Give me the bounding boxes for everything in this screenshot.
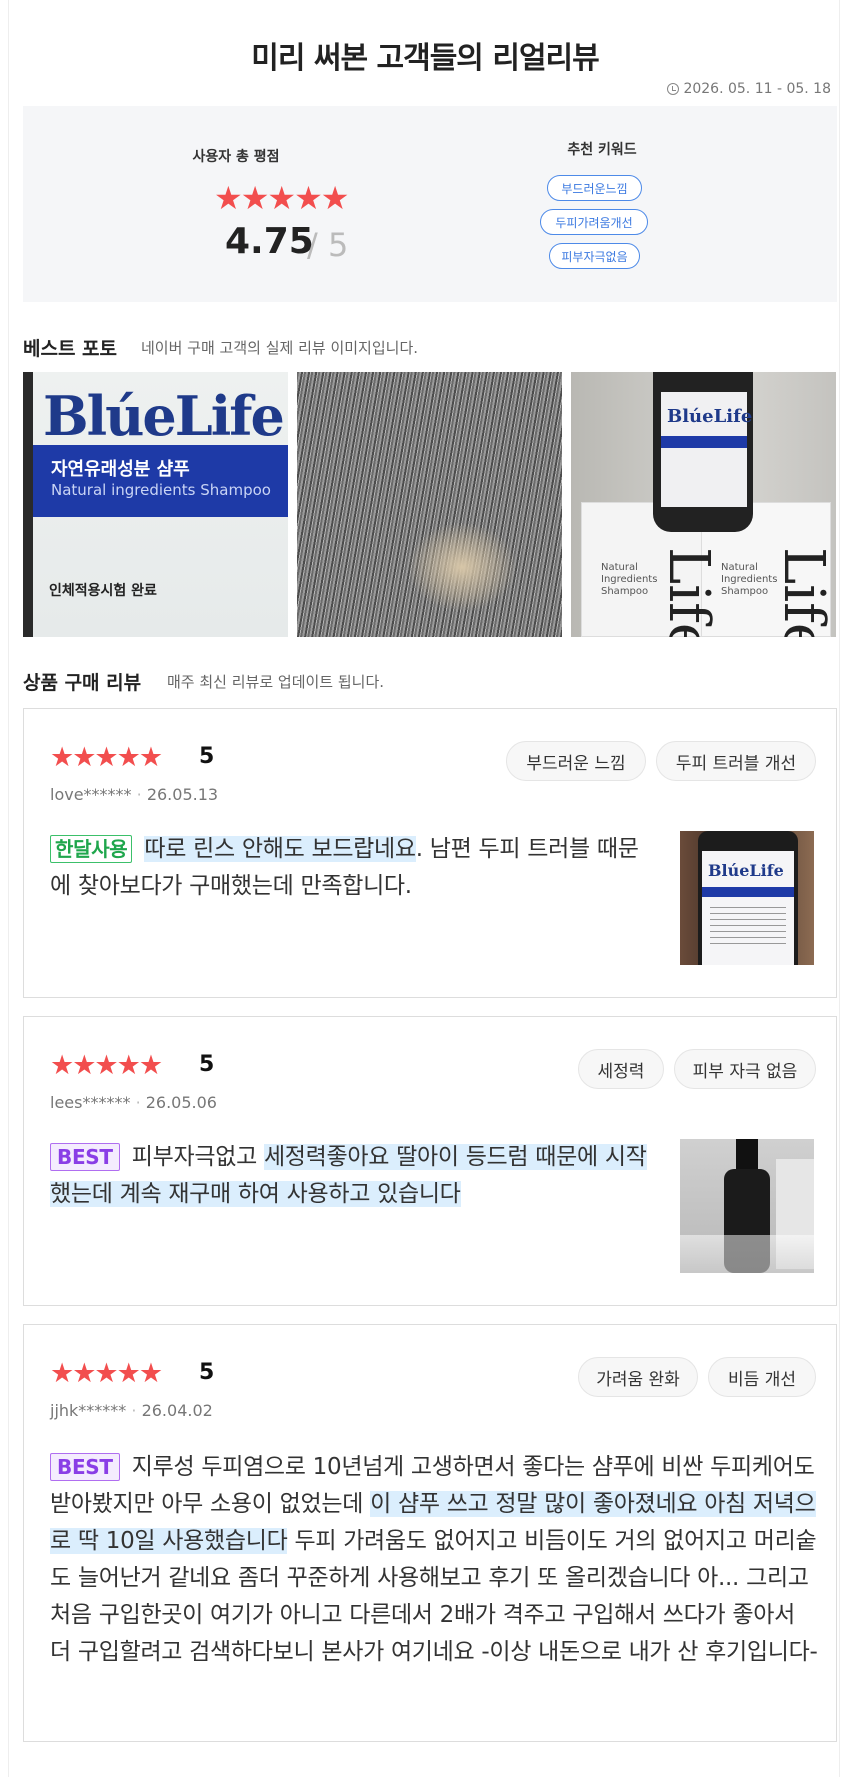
reviews-title: 상품 구매 리뷰 (23, 672, 142, 694)
review-text-pre: 피부자극없고 (131, 1144, 264, 1170)
bottle-brand: BlúeLife (667, 406, 753, 427)
review-card[interactable]: ★★★★★ 5 jjhk****** · 26.04.02 가려움 완화 비듬 … (23, 1324, 837, 1742)
thumb-lines (710, 907, 786, 947)
box-logo: Life (656, 547, 721, 637)
review-tag[interactable]: 비듬 개선 (708, 1357, 816, 1397)
review-date: 26.05.06 (145, 1093, 217, 1112)
rating-summary (23, 106, 837, 302)
review-stars-icon: ★★★★★ (50, 1358, 163, 1389)
thumb-band (702, 887, 794, 897)
review-period: 2026. 05. 11 - 05. 18 (667, 81, 831, 97)
keywords-label: 추천 키워드 (567, 142, 637, 158)
rating-score: 4.75 (225, 221, 314, 262)
review-stars-icon: ★★★★★ (50, 1050, 163, 1081)
clock-icon (667, 83, 680, 95)
review-user: jjhk****** (50, 1401, 127, 1420)
photo-note: 인체적용시험 완료 (49, 583, 157, 599)
thumb-brand: BlúeLife (708, 861, 784, 880)
review-tag[interactable]: 가려움 완화 (578, 1357, 698, 1397)
rating-label: 사용자 총 평점 (192, 149, 280, 165)
review-rating: 5 (199, 744, 215, 769)
rating-stars-icon: ★★★★★ (214, 179, 349, 217)
review-date: 26.04.02 (141, 1401, 213, 1420)
review-meta: jjhk****** · 26.04.02 (50, 1401, 213, 1420)
photo-brand-logo: BlúeLife (43, 384, 285, 448)
reviews-subtitle: 매주 최신 리뷰로 업데이트 됩니다. (167, 673, 385, 691)
review-card[interactable]: ★★★★★ 5 love****** · 26.05.13 부드러운 느낌 두피… (23, 708, 837, 998)
review-text: 한달사용 따로 린스 안해도 보드랍네요. 남편 두피 트러블 때문에 찾아보다가… (50, 831, 650, 905)
best-photo-2[interactable] (297, 372, 562, 637)
review-date: 26.05.13 (146, 785, 219, 804)
review-user: lees****** (50, 1093, 131, 1112)
review-text: BEST 지루성 두피염으로 10년넘게 고생하면서 좋다는 샴푸에 비싼 두피케… (50, 1449, 820, 1671)
photo-product-en: Natural ingredients Shampoo (51, 481, 271, 499)
best-photo-1[interactable]: BlúeLife 자연유래성분 샴푸 Natural ingredients S… (23, 372, 288, 637)
review-badge: BEST (50, 1453, 120, 1481)
best-photo-title: 베스트 포토 (23, 338, 118, 360)
bottle-label: BlúeLife (661, 392, 752, 507)
photo-product-ko: 자연유래성분 샴푸 (51, 459, 190, 480)
bottle-label: BlúeLife (702, 851, 794, 965)
review-tag[interactable]: 부드러운 느낌 (506, 741, 646, 781)
photo-label-band: 자연유래성분 샴푸 Natural ingredients Shampoo (23, 445, 288, 517)
review-text: BEST 피부자극없고 세정력좋아요 딸아이 등드럼 때문에 시작했는데 계속 재… (50, 1139, 650, 1213)
review-photo[interactable]: BlúeLife (680, 831, 814, 965)
review-tag[interactable]: 세정력 (578, 1049, 664, 1089)
review-meta: love****** · 26.05.13 (50, 785, 219, 804)
box-logo: Life (771, 547, 836, 637)
review-stars-icon: ★★★★★ (50, 742, 163, 773)
review-page: 미리 써본 고객들의 리얼리뷰 2026. 05. 11 - 05. 18 사용… (8, 0, 840, 1777)
scalp-highlight (407, 522, 517, 612)
keyword-tag[interactable]: 피부자극없음 (549, 243, 640, 269)
review-card[interactable]: ★★★★★ 5 lees****** · 26.05.06 세정력 피부 자극 … (23, 1016, 837, 1306)
review-meta: lees****** · 26.05.06 (50, 1093, 217, 1112)
best-photo-subtitle: 네이버 구매 고객의 실제 리뷰 이미지입니다. (141, 339, 419, 357)
review-photo[interactable] (680, 1139, 814, 1273)
review-badge: 한달사용 (50, 835, 133, 863)
review-tag[interactable]: 피부 자극 없음 (674, 1049, 816, 1089)
best-photo-3[interactable]: Natural Ingredients Shampoo Natural Ingr… (571, 372, 836, 637)
rating-max: / 5 (307, 226, 349, 264)
photo-edge (23, 372, 33, 637)
review-user: love****** (50, 785, 132, 804)
review-rating: 5 (199, 1052, 215, 1077)
shelf (680, 1235, 814, 1273)
review-tag[interactable]: 두피 트러블 개선 (656, 741, 816, 781)
review-rating: 5 (199, 1360, 215, 1385)
box-text: Natural Ingredients Shampoo (601, 562, 658, 597)
review-badge: BEST (50, 1143, 120, 1171)
keyword-tag[interactable]: 두피가려움개선 (540, 209, 648, 235)
bottle-band (661, 436, 747, 448)
page-title: 미리 써본 고객들의 리얼리뷰 (251, 41, 600, 76)
keyword-tag[interactable]: 부드러운느낌 (547, 175, 642, 201)
review-highlight: 따로 린스 안해도 보드랍네요 (144, 836, 416, 862)
period-text: 2026. 05. 11 - 05. 18 (683, 81, 831, 97)
